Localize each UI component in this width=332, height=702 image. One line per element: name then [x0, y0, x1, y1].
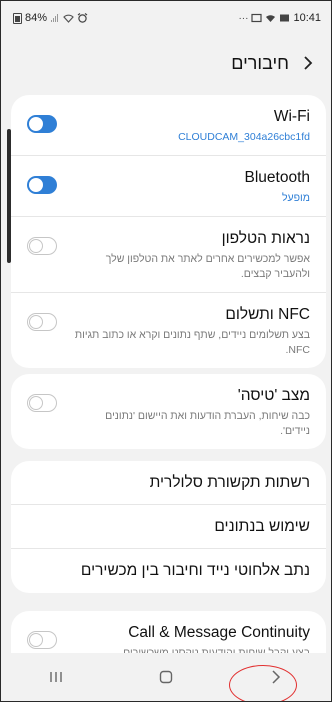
continuity-title: Call & Message Continuity	[128, 624, 310, 641]
bluetooth-row[interactable]: Bluetooth מופעל	[11, 156, 326, 217]
airplane-mode-title: מצב 'טיסה'	[237, 387, 310, 404]
hotspot-tethering-item[interactable]: נתב אלחוטי נייד וחיבור בין מכשירים	[11, 549, 326, 593]
status-right: ··· 10:41	[238, 12, 321, 24]
airplane-mode-toggle[interactable]	[27, 394, 57, 412]
airplane-mode-row[interactable]: מצב 'טיסה' כבה שיחות, העברת הודעות ואת ה…	[11, 374, 326, 449]
wifi-icon	[266, 15, 276, 22]
recent-apps-icon	[50, 672, 62, 682]
battery-icon	[13, 12, 22, 24]
wifi-status-icon	[63, 14, 74, 23]
navigation-bar	[1, 653, 331, 701]
home-button[interactable]	[136, 657, 196, 697]
wifi-network-name: CLOUDCAM_304a26cbc1fd	[178, 131, 310, 143]
bluetooth-title: Bluetooth	[244, 169, 311, 186]
nfc-toggle[interactable]	[27, 313, 57, 331]
wifi-toggle[interactable]	[27, 115, 57, 133]
status-left: 84%	[13, 12, 88, 24]
airplane-mode-desc: כבה שיחות, העברת הודעות ואת היישום 'נתונ…	[105, 410, 310, 437]
airplane-card: מצב 'טיסה' כבה שיחות, העברת הודעות ואת ה…	[11, 374, 326, 449]
phone-visibility-title: נראות הטלפון	[221, 230, 310, 247]
wifi-title: Wi-Fi	[273, 108, 310, 125]
page-title: חיבורים	[231, 52, 289, 73]
status-bar: 84% ··· 10:41	[1, 1, 331, 35]
phone-screen: 84% ··· 10:41 חיבורים Wi-Fi CLOUDCAM_304…	[0, 0, 332, 702]
mobile-networks-item[interactable]: רשתות תקשורת סלולרית	[11, 461, 326, 505]
nfc-desc: בצע תשלומים ניידים, שתף נתונים וקרא או כ…	[74, 329, 310, 356]
nfc-row[interactable]: NFC ותשלום בצע תשלומים ניידים, שתף נתוני…	[11, 293, 326, 368]
clock: 10:41	[293, 12, 321, 24]
wifi-row[interactable]: Wi-Fi CLOUDCAM_304a26cbc1fd	[11, 95, 326, 156]
bluetooth-status: מופעל	[281, 192, 310, 204]
phone-visibility-desc: אפשר למכשירים אחרים לאתר את הטלפון שלך ו…	[105, 253, 310, 280]
connectivity-card: Wi-Fi CLOUDCAM_304a26cbc1fd Bluetooth מו…	[11, 95, 326, 368]
screenshot-icon	[251, 13, 263, 23]
image-notification-icon	[280, 14, 290, 22]
recent-apps-button[interactable]	[26, 657, 86, 697]
chevron-right-icon[interactable]	[299, 54, 317, 72]
back-button[interactable]	[246, 657, 306, 697]
phone-visibility-toggle[interactable]	[27, 237, 57, 255]
network-links-card: רשתות תקשורת סלולרית שימוש בנתונים נתב א…	[11, 461, 326, 593]
signal-icon	[51, 14, 59, 22]
continuity-toggle[interactable]	[27, 631, 57, 649]
more-notifications-icon: ···	[238, 12, 249, 24]
battery-percent: 84%	[25, 12, 48, 24]
header: חיבורים	[1, 37, 331, 89]
home-icon	[159, 670, 173, 684]
alarm-icon	[77, 13, 88, 23]
phone-visibility-row[interactable]: נראות הטלפון אפשר למכשירים אחרים לאתר את…	[11, 217, 326, 293]
nfc-title: NFC ותשלום	[225, 306, 310, 323]
data-usage-item[interactable]: שימוש בנתונים	[11, 505, 326, 549]
bluetooth-toggle[interactable]	[27, 176, 57, 194]
back-arrow-icon	[272, 670, 281, 684]
